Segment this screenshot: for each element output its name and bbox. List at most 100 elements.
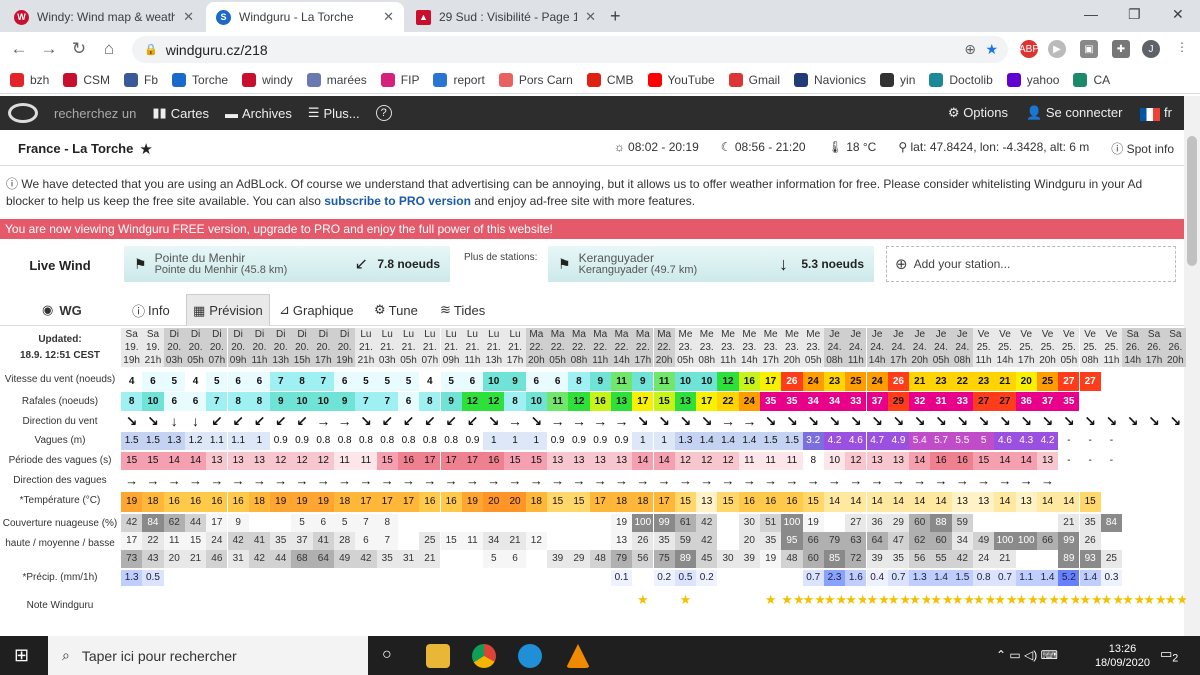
file-explorer-icon[interactable] (426, 644, 450, 668)
add-icon[interactable]: ⊕ (964, 41, 976, 58)
period-cell (1143, 452, 1164, 470)
language-button[interactable]: fr (1140, 105, 1172, 121)
bookmark-label: YouTube (667, 72, 715, 87)
new-tab-button[interactable]: + (610, 6, 621, 27)
extension-icon[interactable]: ▣ (1080, 40, 1098, 58)
bookmark-3[interactable]: Torche (172, 72, 228, 87)
options-button[interactable]: ⚙ Options (948, 105, 1008, 121)
search-input[interactable]: recherchez un (54, 106, 136, 121)
wind-direction-icon: ↘ (913, 413, 926, 429)
tab-tune[interactable]: ⚙ Tune (368, 294, 424, 326)
header-day: Lu (397, 328, 420, 341)
temperature-cell: 16 (163, 492, 185, 512)
station-keranguyader[interactable]: ⚑ Keranguyader Keranguyader (49.7 km) ↓ 5… (548, 246, 874, 282)
tab-info[interactable]: ⓘ Info (126, 294, 176, 326)
pro-banner[interactable]: You are now viewing Windguru FREE versio… (0, 219, 1184, 239)
close-icon[interactable]: ✕ (183, 9, 194, 25)
bookmark-1[interactable]: CSM (63, 72, 110, 87)
bookmark-5[interactable]: marées (306, 72, 367, 87)
bookmark-0[interactable]: bzh (10, 72, 49, 87)
gust-cell: 10 (142, 392, 164, 411)
header-hour: 17h (1015, 354, 1037, 367)
tray-icons[interactable]: ⌃ ▭ ◁) ⌨ (996, 648, 1058, 662)
spot-info-link[interactable]: ⓘ Spot info (1111, 140, 1174, 157)
bookmark-13[interactable]: yin (880, 72, 915, 87)
plus-link[interactable]: ☰ Plus... (308, 105, 360, 121)
precip-cell: 5.2 (1058, 570, 1080, 586)
url-bar[interactable]: 🔒 windguru.cz/218 ⊕ ★ (132, 36, 1008, 63)
header-date: 23. (674, 341, 697, 354)
edge-icon[interactable] (518, 644, 542, 668)
wave-cell: 4.3 (1015, 432, 1037, 450)
header-day: Di (312, 328, 334, 341)
header-day: Di (270, 328, 292, 341)
forward-icon[interactable]: → (34, 39, 64, 59)
windows-start-icon[interactable]: ⊞ (14, 645, 29, 666)
chrome-icon[interactable] (472, 644, 496, 668)
bookmark-16[interactable]: CA (1073, 72, 1110, 87)
page-scrollbar[interactable] (1184, 96, 1200, 636)
tab-windy[interactable]: W Windy: Wind map & weathe ✕ (4, 2, 204, 32)
bookmark-8[interactable]: Pors Carn (498, 72, 573, 87)
cloud-high-cell: 21 (1058, 514, 1080, 532)
extension-icon[interactable]: ▶ (1048, 40, 1066, 58)
cloud-mid-cell: 47 (887, 532, 910, 550)
tab-tides[interactable]: ≋ Tides (434, 294, 491, 326)
back-icon[interactable]: ← (4, 39, 34, 59)
close-window-button[interactable]: ✕ (1172, 6, 1184, 23)
puzzle-icon[interactable]: ✚ (1112, 40, 1130, 58)
tab-graphique[interactable]: ⊿ Graphique (273, 294, 360, 326)
clock[interactable]: 13:26 18/09/2020 (1095, 642, 1150, 670)
precip-cell (441, 570, 462, 586)
bookmark-11[interactable]: Gmail (728, 72, 780, 87)
star-icon[interactable]: ★ (985, 41, 998, 58)
period-cell: 14 (909, 452, 931, 470)
vlc-icon[interactable] (566, 644, 590, 668)
bookmark-10[interactable]: YouTube (647, 72, 715, 87)
favorite-star-icon[interactable]: ★ (139, 140, 152, 158)
task-view-icon[interactable]: ○ (382, 646, 392, 664)
bookmark-9[interactable]: CMB (586, 72, 634, 87)
close-icon[interactable]: ✕ (585, 9, 596, 25)
tab-29sud[interactable]: ▲ 29 Sud : Visibilité - Page 10 ✕ (406, 2, 606, 32)
period-cell: 13 (887, 452, 910, 470)
adblock-icon[interactable]: ABP (1019, 40, 1039, 58)
minimize-button[interactable]: — (1084, 6, 1098, 22)
cloud-low-cell: 42 (248, 550, 271, 568)
bookmark-6[interactable]: FIP (380, 72, 419, 87)
spot-info-label: Spot info (1126, 142, 1174, 156)
notification-icon[interactable]: ▭2 (1160, 646, 1178, 665)
header-day: Sa (121, 328, 143, 341)
add-station-button[interactable]: ⊕ Add your station... (886, 246, 1176, 282)
cloud-high-cell (504, 514, 525, 532)
windguru-logo-icon[interactable] (8, 103, 38, 123)
scrollbar-thumb[interactable] (1187, 136, 1197, 266)
station-pointe-du-menhir[interactable]: ⚑ Pointe du Menhir Pointe du Menhir (45.8… (124, 246, 450, 282)
archives-link[interactable]: ▬ Archives (225, 106, 292, 121)
bookmark-4[interactable]: windy (242, 72, 293, 87)
gust-cell: 33 (845, 392, 867, 411)
menu-icon[interactable]: ⋮ (1176, 40, 1188, 54)
tab-wg[interactable]: ◉ WG (36, 294, 88, 326)
bookmark-14[interactable]: Doctolib (929, 72, 993, 87)
login-button[interactable]: 👤 Se connecter (1026, 105, 1122, 121)
reload-icon[interactable]: ↻ (64, 39, 94, 59)
tab-windguru[interactable]: S Windguru - La Torche ✕ (206, 2, 404, 32)
cartes-link[interactable]: ▮▮ Cartes (152, 105, 209, 121)
bookmark-7[interactable]: report (433, 72, 485, 87)
taskbar-search[interactable]: ⌕ Taper ici pour rechercher (48, 636, 368, 675)
wind-direction-icon: ↙ (423, 413, 436, 429)
close-icon[interactable]: ✕ (383, 9, 394, 25)
home-icon[interactable]: ⌂ (94, 39, 124, 59)
bookmark-2[interactable]: Fb (124, 72, 158, 87)
bookmark-12[interactable]: Navionics (794, 72, 866, 87)
wave-cell: 0.9 (547, 432, 569, 450)
maximize-button[interactable]: ❐ (1128, 6, 1141, 23)
help-icon[interactable]: ? (375, 105, 392, 121)
live-wind-label: Live Wind (29, 257, 91, 273)
subscribe-pro-link[interactable]: subscribe to PRO version (324, 194, 471, 208)
tab-prevision[interactable]: ▦ Prévision (186, 294, 270, 326)
header-hour: 21h (142, 354, 164, 367)
bookmark-15[interactable]: yahoo (1006, 72, 1059, 87)
avatar[interactable]: J (1142, 40, 1160, 58)
